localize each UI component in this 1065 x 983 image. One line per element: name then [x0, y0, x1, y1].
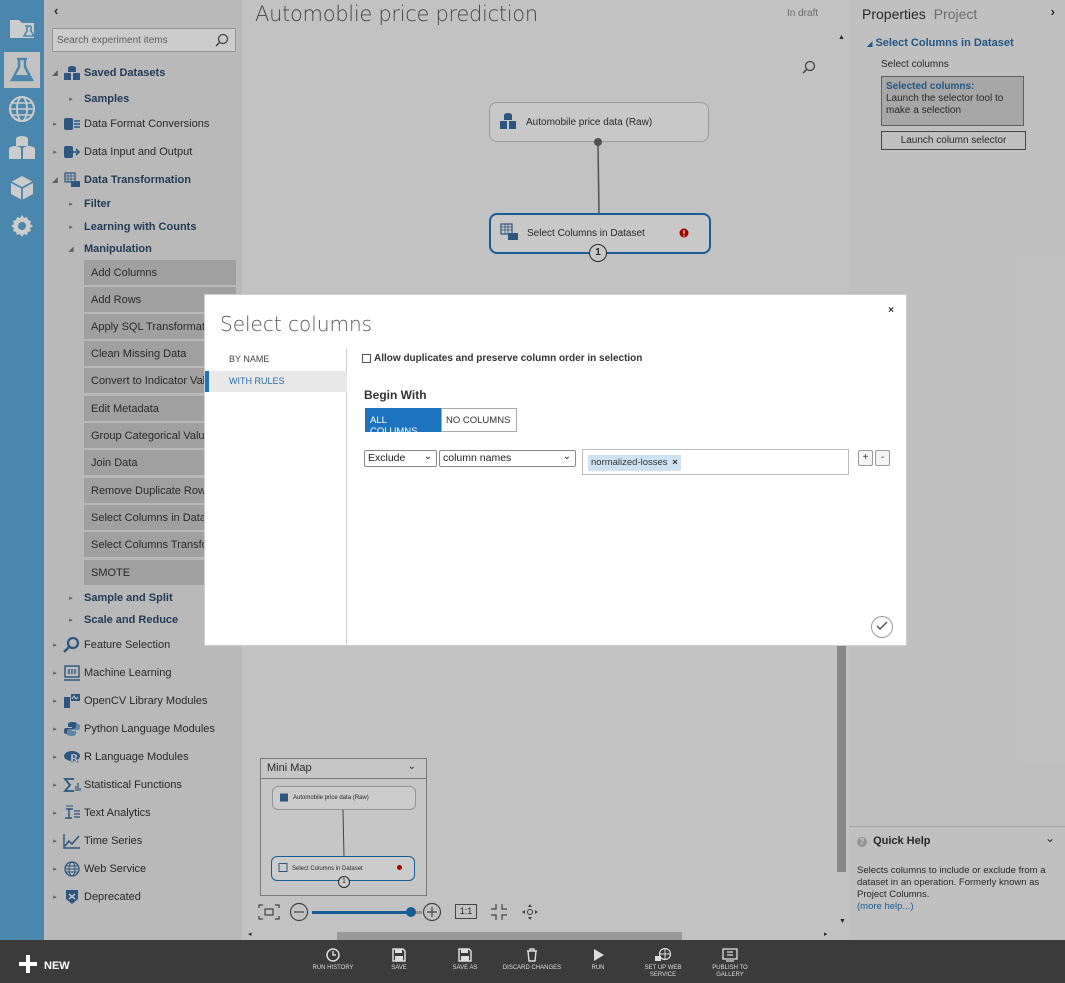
trash-icon [502, 948, 562, 965]
save-button[interactable]: SAVE [369, 948, 429, 972]
ok-button[interactable] [871, 616, 893, 638]
button-label: SAVE AS [452, 965, 478, 971]
column-tag-label: normalized-losses [591, 457, 668, 468]
remove-rule-button[interactable]: - [875, 450, 890, 466]
gallery-icon [700, 948, 760, 965]
save-as-button[interactable]: SAVE AS [435, 948, 495, 972]
button-label: DISCARD CHANGES [502, 965, 562, 971]
chevron-down-icon: ⌄ [423, 451, 432, 462]
checkmark-icon [876, 620, 888, 634]
clock-icon [303, 948, 363, 965]
close-icon[interactable]: × [888, 305, 894, 316]
button-label: RUN HISTORY [312, 965, 354, 971]
save-icon [369, 948, 429, 965]
publish-to-gallery-button[interactable]: PUBLISH TO GALLERY [700, 948, 760, 979]
button-label: SAVE [391, 965, 407, 971]
rule-action-select[interactable]: Exclude ⌄ [364, 450, 437, 467]
set-up-web-service-button[interactable]: SET UP WEB SERVICE [633, 948, 693, 979]
chevron-down-icon: ⌄ [562, 451, 571, 462]
button-label: SET UP WEB SERVICE [644, 965, 682, 978]
tab-by-name[interactable]: BY NAME [205, 349, 347, 370]
new-button[interactable]: NEW [18, 954, 70, 977]
new-label: NEW [44, 959, 70, 972]
run-history-button[interactable]: RUN HISTORY [303, 948, 363, 972]
plus-icon [18, 954, 38, 977]
discard-changes-button[interactable]: DISCARD CHANGES [502, 948, 562, 972]
remove-tag-icon[interactable]: × [672, 457, 678, 468]
rule-type-select[interactable]: column names ⌄ [439, 450, 576, 467]
checkbox-label: Allow duplicates and preserve column ord… [374, 353, 643, 364]
tab-with-rules[interactable]: WITH RULES [205, 371, 347, 392]
no-columns-button[interactable]: NO COLUMNS [441, 408, 517, 432]
all-columns-button[interactable]: ALL COLUMNS [365, 408, 441, 437]
column-tag: normalized-losses × [588, 455, 681, 471]
begin-with-heading: Begin With [364, 388, 427, 402]
button-label: PUBLISH TO GALLERY [712, 965, 748, 978]
column-names-input[interactable]: normalized-losses × [582, 449, 849, 475]
checkbox-box[interactable] [362, 354, 371, 363]
add-rule-button[interactable]: + [858, 450, 873, 466]
play-icon [568, 948, 628, 965]
dialog-nav: BY NAME WITH RULES [205, 349, 347, 646]
allow-duplicates-checkbox[interactable]: Allow duplicates and preserve column ord… [362, 353, 642, 364]
rule-type-value: column names [443, 452, 512, 464]
select-columns-dialog: Select columns × BY NAME WITH RULES Allo… [204, 294, 907, 646]
web-service-icon [633, 948, 693, 965]
button-label: RUN [591, 965, 605, 971]
dialog-title: Select columns [220, 312, 373, 336]
run-button[interactable]: RUN [568, 948, 628, 972]
rule-action-value: Exclude [368, 452, 406, 464]
save-as-icon [435, 948, 495, 965]
command-bar: NEW RUN HISTORY SAVE SAVE AS DISCARD CHA… [0, 940, 1065, 983]
